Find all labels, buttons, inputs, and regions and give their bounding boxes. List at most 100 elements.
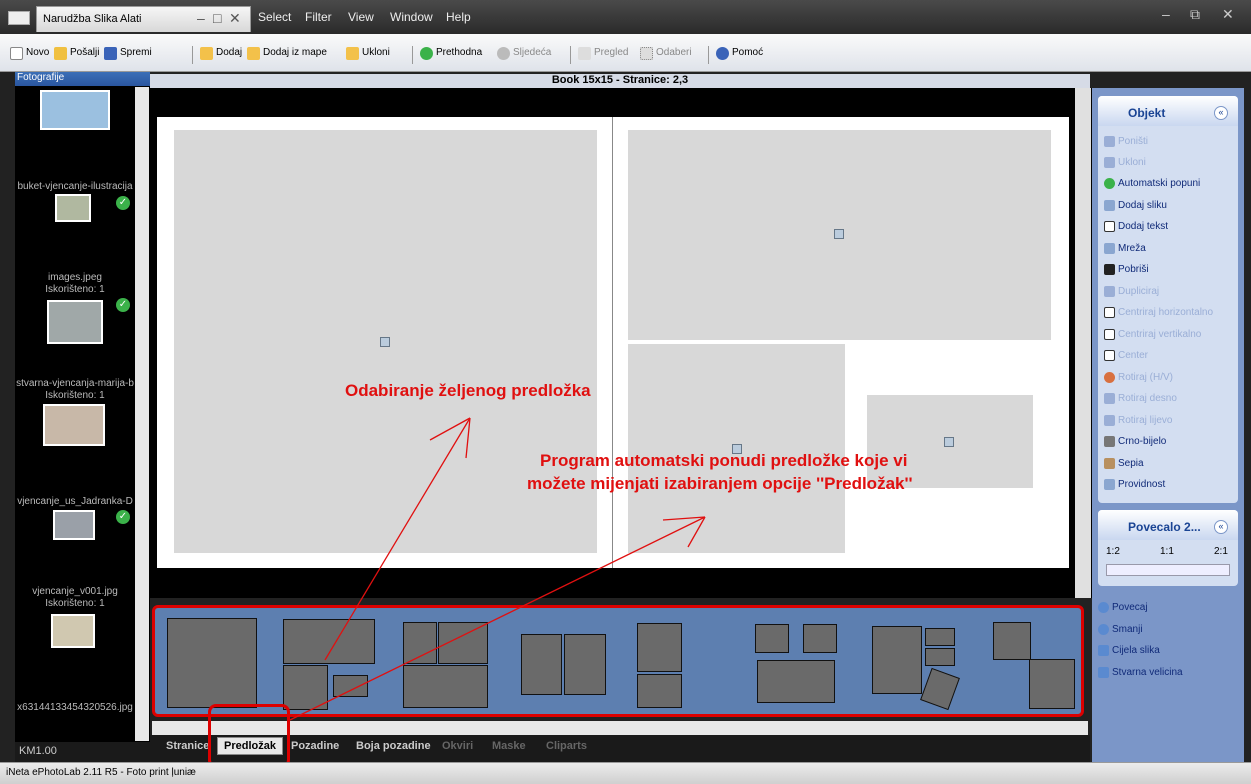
photo-thumbnail[interactable] (43, 404, 105, 446)
template-thumbnail[interactable] (637, 623, 682, 672)
photo-thumbnail[interactable] (51, 614, 95, 648)
template-thumbnail[interactable] (1029, 659, 1075, 709)
book-spine (612, 117, 613, 568)
template-thumbnail[interactable] (757, 660, 835, 703)
next-button[interactable]: Sljedeća (497, 47, 551, 63)
template-thumbnail[interactable] (438, 622, 488, 664)
template-thumbnail[interactable] (283, 619, 375, 664)
photo-thumbnail[interactable] (40, 90, 110, 130)
template-strip (152, 605, 1084, 717)
used-check-icon: ✓ (116, 196, 130, 210)
add-folder-icon (200, 47, 213, 60)
book-spread[interactable] (157, 117, 1069, 568)
template-thumbnail[interactable] (755, 624, 789, 653)
center-horizontal-item[interactable]: Centriraj horizontalno (1104, 307, 1213, 321)
add-button[interactable]: Dodaj (200, 47, 242, 63)
add-from-folder-button[interactable]: Dodaj iz mape (247, 47, 327, 63)
template-thumbnail[interactable] (521, 634, 562, 695)
template-thumbnail[interactable] (993, 622, 1031, 660)
template-thumbnail[interactable] (333, 675, 368, 697)
delete-item[interactable]: Pobriši (1104, 264, 1149, 278)
tab-cliparts[interactable]: Cliparts (546, 740, 587, 752)
image-icon (1104, 200, 1115, 211)
undo-item[interactable]: Poništi (1104, 136, 1148, 150)
black-white-item[interactable]: Crno-bijelo (1104, 436, 1166, 450)
fit-image-item[interactable]: Cijela slika (1098, 645, 1160, 659)
transparency-icon (1104, 479, 1115, 490)
center-vertical-item[interactable]: Centriraj vertikalno (1104, 329, 1201, 343)
remove-button[interactable]: Ukloni (346, 47, 390, 63)
template-thumbnail[interactable] (925, 648, 955, 666)
check-icon (1104, 178, 1115, 189)
send-button[interactable]: Pošalji (54, 47, 99, 63)
collapse-icon[interactable]: « (1214, 106, 1228, 120)
minimize-icon[interactable]: – (197, 10, 205, 26)
app-close-icon[interactable]: ✕ (1222, 6, 1234, 23)
new-button[interactable]: Novo (10, 47, 49, 63)
zoom-level-label: 1:2 (1106, 546, 1120, 557)
save-button[interactable]: Spremi (104, 47, 152, 63)
menu-view[interactable]: View (348, 10, 374, 24)
rotate-left-item[interactable]: Rotiraj lijevo (1104, 415, 1172, 429)
autofill-item[interactable]: Automatski popuni (1104, 178, 1200, 192)
menu-filter[interactable]: Filter (305, 10, 332, 24)
menu-help[interactable]: Help (446, 10, 471, 24)
app-restore-icon[interactable]: ⧉ (1190, 6, 1200, 23)
select-button[interactable]: Odaberi (640, 47, 692, 63)
template-thumbnail[interactable] (167, 618, 257, 708)
template-thumbnail[interactable] (403, 665, 488, 708)
help-icon (716, 47, 729, 60)
menu-select[interactable]: Select (258, 10, 291, 24)
photos-panel-header[interactable]: Fotografije (15, 72, 150, 86)
template-thumbnail[interactable] (872, 626, 922, 694)
template-thumbnail[interactable] (925, 628, 955, 646)
add-text-item[interactable]: Dodaj tekst (1104, 221, 1168, 235)
fit-icon (1098, 645, 1109, 656)
send-icon (54, 47, 67, 60)
tab-boja-pozadine[interactable]: Boja pozadine (356, 740, 431, 752)
canvas-scrollbar[interactable] (1075, 88, 1091, 598)
rotate-hv-item[interactable]: Rotiraj (H/V) (1104, 372, 1173, 386)
tab-okviri[interactable]: Okviri (442, 740, 473, 752)
zoom-out-item[interactable]: Smanji (1098, 624, 1143, 638)
transparency-item[interactable]: Providnost (1104, 479, 1165, 493)
template-thumbnail[interactable] (803, 624, 837, 653)
template-thumbnail[interactable] (403, 622, 437, 664)
rotate-right-item[interactable]: Rotiraj desno (1104, 393, 1177, 407)
tab-stranice[interactable]: Stranice (166, 740, 209, 752)
actual-size-icon (1098, 667, 1109, 678)
previous-button[interactable]: Prethodna (420, 47, 482, 63)
tab-pozadine[interactable]: Pozadine (291, 740, 339, 752)
add-image-item[interactable]: Dodaj sliku (1104, 200, 1167, 214)
template-thumbnail[interactable] (564, 634, 606, 695)
center-item[interactable]: Center (1104, 350, 1148, 364)
collapse-icon[interactable]: « (1214, 520, 1228, 534)
zoom-in-item[interactable]: Povecaj (1098, 602, 1148, 616)
duplicate-item[interactable]: Dupliciraj (1104, 286, 1159, 300)
close-icon[interactable]: ✕ (229, 10, 241, 27)
help-button[interactable]: Pomoć (716, 47, 763, 63)
template-thumbnail[interactable] (637, 674, 682, 708)
grid-item[interactable]: Mreža (1104, 243, 1146, 257)
app-minimize-icon[interactable]: – (1162, 6, 1170, 22)
preview-button[interactable]: Pregled (578, 47, 628, 63)
template-thumbnail[interactable] (283, 665, 328, 710)
restore-icon[interactable]: □ (213, 10, 221, 26)
image-placeholder-icon (380, 337, 390, 347)
photo-thumbnail[interactable] (55, 194, 91, 222)
photo-thumbnail[interactable] (47, 300, 103, 344)
photo-thumbnail[interactable] (53, 510, 95, 540)
template-thumbnail[interactable] (920, 667, 960, 711)
zoom-slider[interactable] (1106, 564, 1230, 576)
remove-item[interactable]: Ukloni (1104, 157, 1146, 171)
object-panel: Objekt « Poništi Ukloni Automatski popun… (1092, 88, 1244, 762)
menu-window[interactable]: Window (390, 10, 433, 24)
next-icon (497, 47, 510, 60)
sepia-item[interactable]: Sepia (1104, 458, 1144, 472)
document-tab[interactable]: Narudžba Slika Alati – □ ✕ (36, 6, 251, 32)
photo-caption: vjencanje_v001.jpg (32, 586, 118, 597)
template-scrollbar[interactable] (152, 721, 1088, 735)
photos-scrollbar[interactable] (135, 87, 149, 741)
tab-maske[interactable]: Maske (492, 740, 526, 752)
actual-size-item[interactable]: Stvarna velicina (1098, 667, 1183, 681)
